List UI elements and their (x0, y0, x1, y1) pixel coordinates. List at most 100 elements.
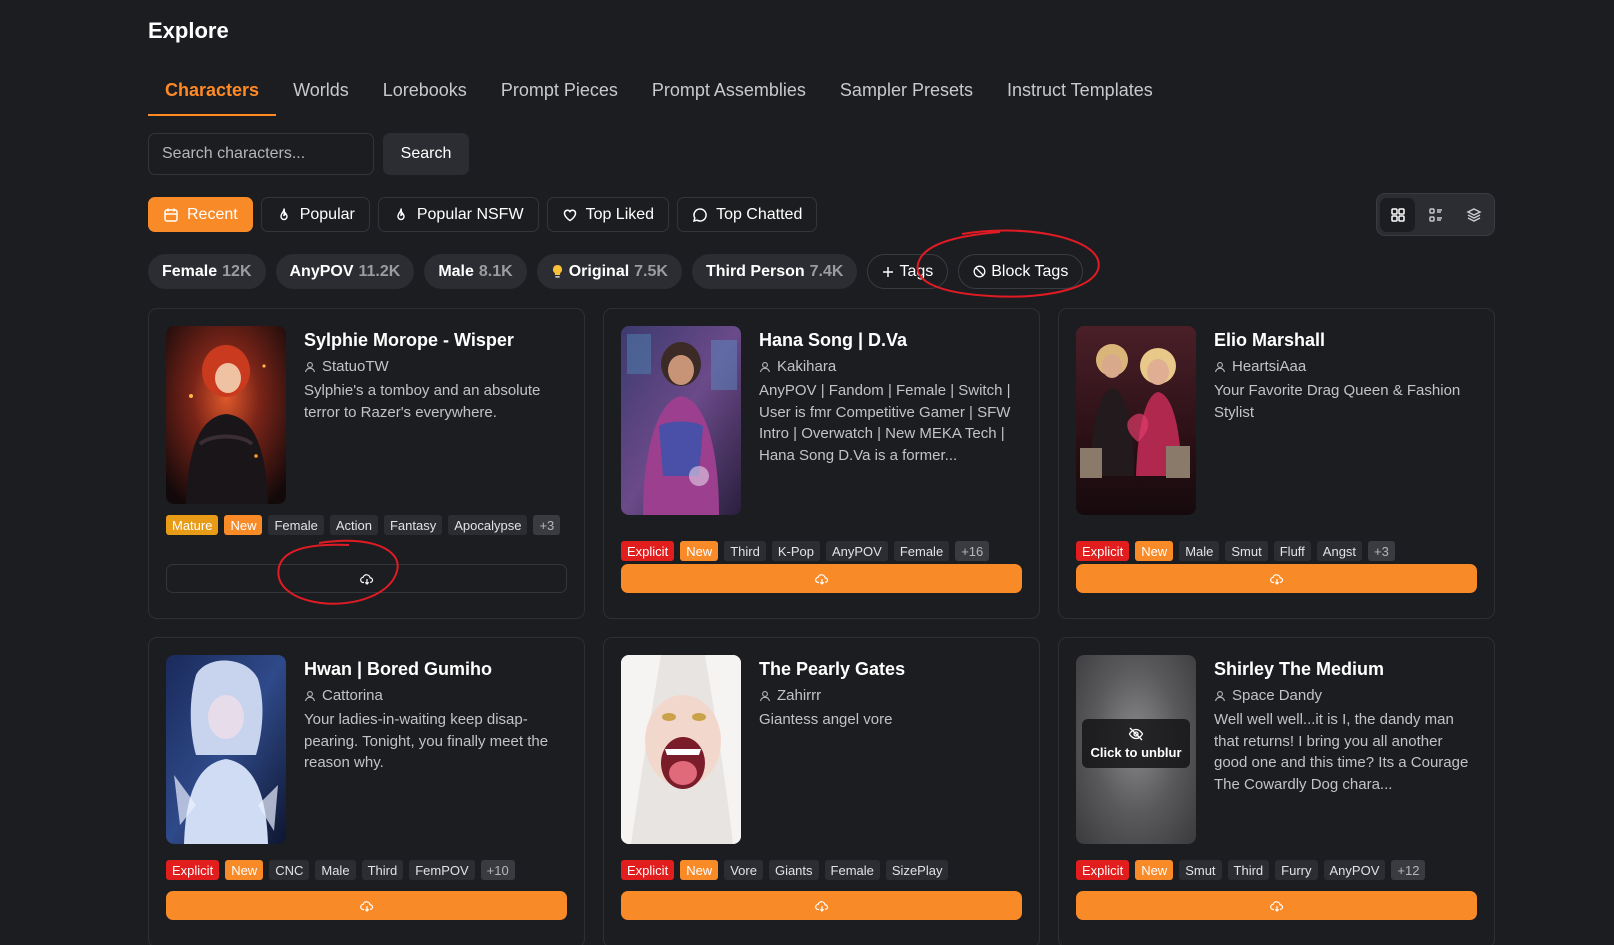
tag-chip[interactable]: New (680, 860, 719, 880)
character-name[interactable]: The Pearly Gates (759, 659, 1022, 680)
character-name[interactable]: Hwan | Bored Gumiho (304, 659, 567, 680)
tag-chip[interactable]: Angst (1316, 541, 1363, 561)
tab-worlds[interactable]: Worlds (276, 74, 366, 116)
tag-chip[interactable]: AnyPOV (825, 541, 888, 561)
character-name[interactable]: Elio Marshall (1214, 330, 1477, 351)
search-input[interactable] (148, 133, 374, 175)
character-card[interactable]: Click to unblur Shirley The Medium Space… (1058, 637, 1495, 945)
character-name[interactable]: Sylphie Morope - Wisper (304, 330, 567, 351)
tag-chip[interactable]: Smut (1179, 860, 1222, 880)
more-tags-chip[interactable]: +16 (955, 541, 990, 561)
tag-filter-female[interactable]: Female 12K (148, 254, 266, 289)
tag-chip[interactable]: Explicit (1076, 541, 1130, 561)
tag-chip[interactable]: Apocalypse (448, 515, 528, 535)
sort-popular-nsfw[interactable]: Popular NSFW (377, 197, 539, 232)
user-icon (304, 690, 316, 701)
grid-view-button[interactable] (1380, 197, 1415, 232)
character-card[interactable]: Hana Song | D.Va Kakihara AnyPOV | Fando… (603, 308, 1040, 619)
character-card[interactable]: The Pearly Gates Zahirrr Giantess angel … (603, 637, 1040, 945)
sort-popular[interactable]: Popular (260, 197, 370, 232)
download-button[interactable] (166, 891, 567, 920)
tag-chip[interactable]: Third (361, 860, 404, 880)
tag-chip[interactable]: Third (1227, 860, 1270, 880)
tag-chip[interactable]: Vore (724, 860, 763, 880)
more-tags-chip[interactable]: +10 (480, 860, 515, 880)
cloud-download-icon (359, 573, 373, 585)
tag-chip[interactable]: New (225, 860, 264, 880)
character-avatar[interactable] (1076, 326, 1196, 515)
block-tags-button[interactable]: Block Tags (958, 254, 1084, 289)
tag-chip[interactable]: Fluff (1273, 541, 1311, 561)
character-avatar[interactable] (621, 326, 741, 515)
tag-chip[interactable]: Mature (166, 515, 219, 535)
character-card[interactable]: Sylphie Morope - Wisper StatuoTW Sylphie… (148, 308, 585, 619)
tag-chip[interactable]: K-Pop (771, 541, 820, 561)
sort-top-chatted[interactable]: Top Chatted (677, 197, 818, 232)
tag-chip[interactable]: Male (1179, 541, 1220, 561)
tag-chip[interactable]: New (224, 515, 263, 535)
tag-chip[interactable]: New (1135, 541, 1174, 561)
download-button[interactable] (166, 564, 567, 593)
tag-filter-original[interactable]: Original 7.5K (536, 254, 682, 289)
character-avatar-blurred[interactable]: Click to unblur (1076, 655, 1196, 844)
tab-lorebooks[interactable]: Lorebooks (366, 74, 484, 116)
character-author[interactable]: HeartsiAaa (1214, 358, 1477, 375)
tag-chip[interactable]: Giants (768, 860, 819, 880)
character-author[interactable]: Cattorina (304, 687, 567, 704)
tag-chip[interactable]: Explicit (621, 541, 675, 561)
character-author[interactable]: StatuoTW (304, 358, 567, 375)
character-avatar[interactable] (166, 655, 286, 844)
sort-recent[interactable]: Recent (148, 197, 253, 232)
more-tags-chip[interactable]: +3 (1368, 541, 1395, 561)
tab-prompt-assemblies[interactable]: Prompt Assemblies (635, 74, 823, 116)
character-avatar[interactable] (166, 326, 286, 504)
tag-chip[interactable]: SizePlay (885, 860, 949, 880)
tag-chip[interactable]: Explicit (1076, 860, 1130, 880)
character-name[interactable]: Shirley The Medium (1214, 659, 1477, 680)
list-view-button[interactable] (1418, 198, 1453, 232)
tag-chip[interactable]: FemPOV (409, 860, 475, 880)
tab-prompt-pieces[interactable]: Prompt Pieces (484, 74, 635, 116)
search-button[interactable]: Search (383, 133, 469, 175)
tag-chip[interactable]: Female (268, 515, 324, 535)
tab-characters[interactable]: Characters (148, 74, 277, 116)
tag-label: Male (438, 262, 474, 280)
tag-chip[interactable]: Third (724, 541, 766, 561)
more-tags-chip[interactable]: +3 (533, 515, 561, 535)
tag-chip[interactable]: New (680, 541, 719, 561)
character-author[interactable]: Zahirrr (759, 687, 1022, 704)
tag-chip[interactable]: Action (329, 515, 378, 535)
explore-tabs: Characters Worlds Lorebooks Prompt Piece… (148, 74, 1208, 116)
add-tags-button[interactable]: Tags (867, 254, 949, 289)
layers-view-button[interactable] (1456, 198, 1491, 232)
tag-chip[interactable]: Female (893, 541, 950, 561)
unblur-button[interactable]: Click to unblur (1082, 719, 1190, 768)
download-button[interactable] (621, 891, 1022, 920)
download-button[interactable] (621, 564, 1022, 593)
download-button[interactable] (1076, 891, 1477, 920)
tag-chip[interactable]: Furry (1275, 860, 1318, 880)
character-author[interactable]: Kakihara (759, 358, 1022, 375)
tag-chip[interactable]: AnyPOV (1323, 860, 1386, 880)
tab-instruct-templates[interactable]: Instruct Templates (990, 74, 1170, 116)
tag-filter-third-person[interactable]: Third Person 7.4K (691, 254, 858, 289)
tag-chip[interactable]: Male (315, 860, 356, 880)
tag-chip[interactable]: Fantasy (383, 515, 443, 535)
character-name[interactable]: Hana Song | D.Va (759, 330, 1022, 351)
tag-chip[interactable]: New (1135, 860, 1174, 880)
character-card[interactable]: Hwan | Bored Gumiho Cattorina Your ladie… (148, 637, 585, 945)
download-button[interactable] (1076, 564, 1477, 593)
tag-filter-anypov[interactable]: AnyPOV 11.2K (275, 254, 415, 289)
tag-chip[interactable]: Female (824, 860, 880, 880)
tag-chip[interactable]: Smut (1225, 541, 1268, 561)
tag-chip[interactable]: Explicit (621, 860, 675, 880)
sort-top-liked[interactable]: Top Liked (546, 197, 670, 232)
tag-chip[interactable]: Explicit (166, 860, 220, 880)
tag-filter-male[interactable]: Male 8.1K (424, 254, 527, 289)
more-tags-chip[interactable]: +12 (1391, 860, 1426, 880)
tag-chip[interactable]: CNC (269, 860, 310, 880)
character-avatar[interactable] (621, 655, 741, 844)
character-author[interactable]: Space Dandy (1214, 687, 1477, 704)
character-card[interactable]: Elio Marshall HeartsiAaa Your Favorite D… (1058, 308, 1495, 619)
tab-sampler-presets[interactable]: Sampler Presets (823, 74, 990, 116)
